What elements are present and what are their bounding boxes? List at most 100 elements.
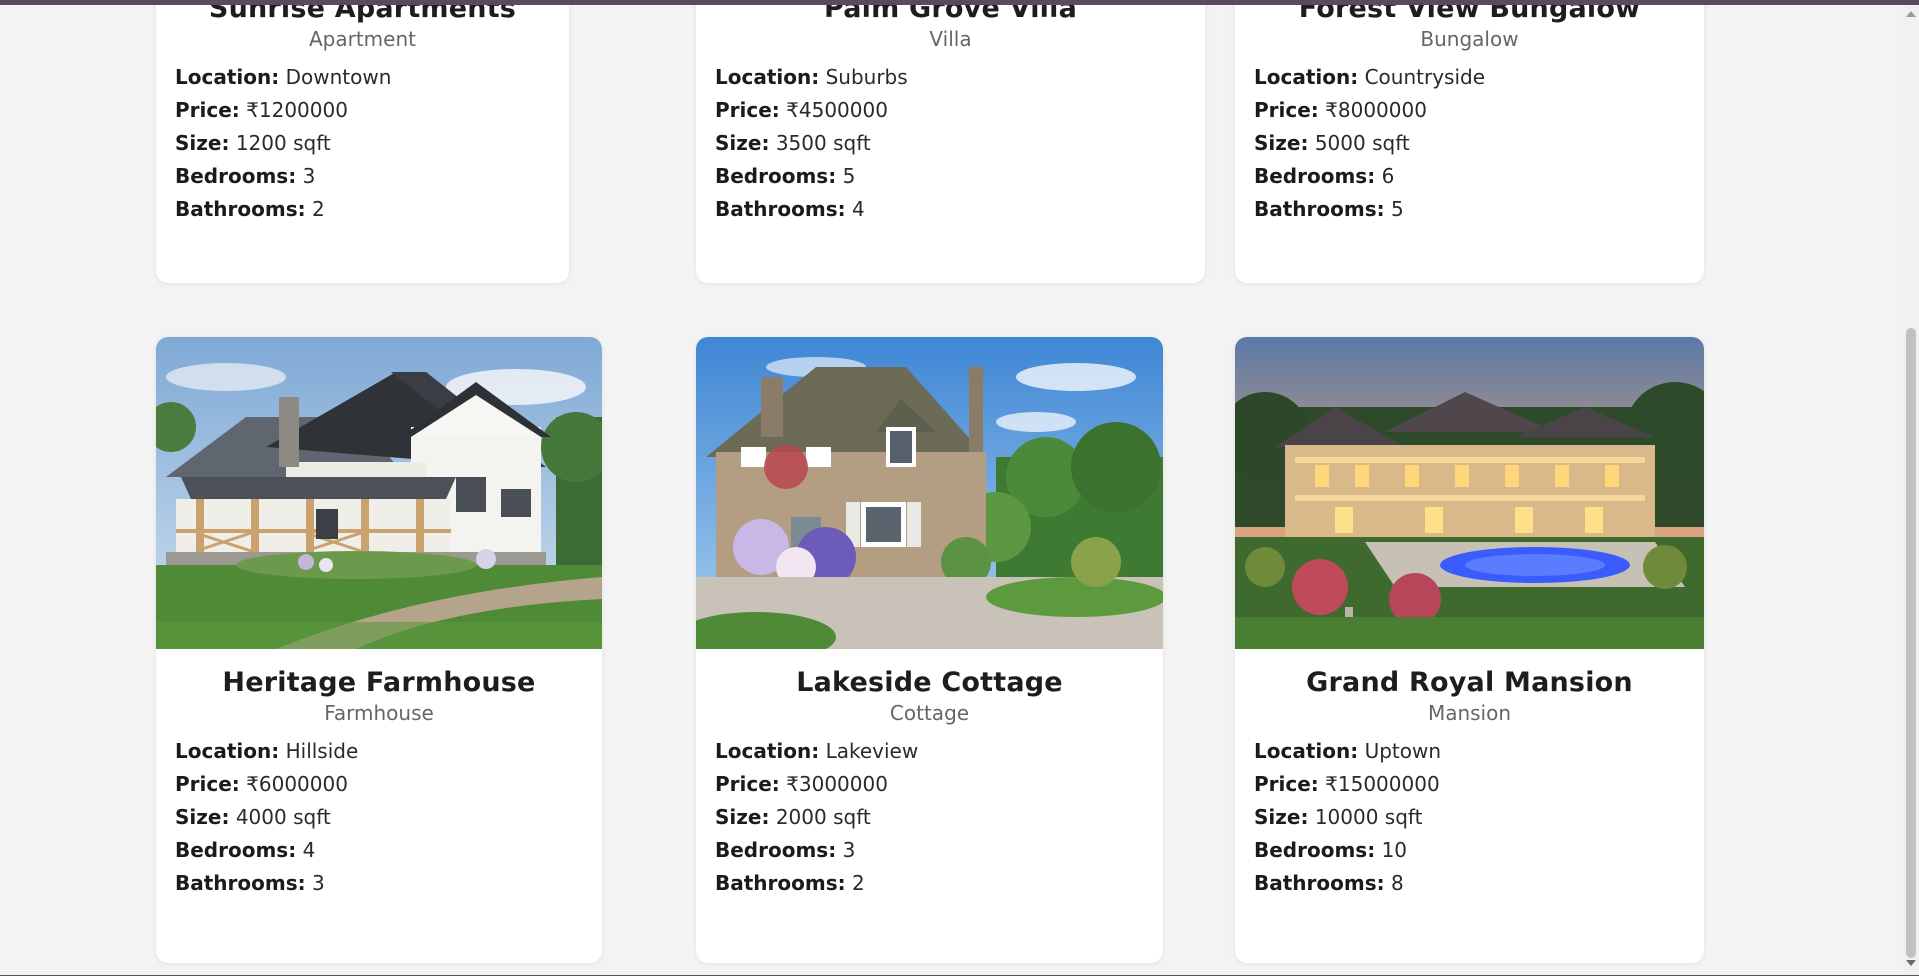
property-type: Bungalow — [1420, 27, 1519, 51]
scroll-up-arrow-icon[interactable] — [1906, 11, 1916, 17]
bathrooms-value: 2 — [851, 871, 865, 895]
location-value: Lakeview — [825, 739, 919, 763]
property-type: Apartment — [308, 27, 416, 51]
bathrooms-label: Bathrooms: — [715, 197, 846, 221]
location-label: Location: — [175, 65, 280, 89]
size-label: Size: — [1254, 805, 1309, 829]
property-name: Sunrise Apartments — [208, 5, 517, 24]
size-detail: Size: 10000 sqft — [1254, 805, 1422, 829]
property-card[interactable]: Forest View Bungalow Bungalow Location: … — [1235, 5, 1704, 283]
bedrooms-value: 3 — [842, 838, 856, 862]
bathrooms-label: Bathrooms: — [1254, 871, 1385, 895]
size-value: 10000 sqft — [1314, 805, 1423, 829]
property-name: Heritage Farmhouse — [222, 667, 536, 698]
price-value: ₹3000000 — [786, 772, 888, 796]
price-detail: Price: ₹3000000 — [715, 772, 888, 796]
bedrooms-detail: Bedrooms: 6 — [1254, 164, 1394, 188]
property-name: Grand Royal Mansion — [1306, 667, 1633, 698]
price-label: Price: — [1254, 98, 1319, 122]
bathrooms-value: 2 — [311, 197, 325, 221]
price-label: Price: — [715, 98, 780, 122]
scrollbar-thumb[interactable] — [1906, 328, 1916, 958]
cottage-photo — [696, 337, 1163, 649]
location-detail: Location: Hillside — [175, 739, 358, 763]
size-label: Size: — [715, 805, 770, 829]
property-list-viewport[interactable]: Sunrise Apartments Apartment Location: D… — [0, 5, 1903, 976]
bathrooms-label: Bathrooms: — [1254, 197, 1385, 221]
location-detail: Location: Countryside — [1254, 65, 1485, 89]
property-name: Forest View Bungalow — [1298, 5, 1641, 24]
bedrooms-label: Bedrooms: — [1254, 164, 1376, 188]
location-label: Location: — [175, 739, 280, 763]
location-value: Countryside — [1364, 65, 1486, 89]
property-card[interactable]: Grand Royal Mansion Mansion Location: Up… — [1235, 337, 1704, 963]
location-label: Location: — [1254, 65, 1359, 89]
bedrooms-detail: Bedrooms: 3 — [175, 164, 315, 188]
bathrooms-value: 8 — [1390, 871, 1404, 895]
bedrooms-detail: Bedrooms: 10 — [1254, 838, 1407, 862]
bedrooms-value: 3 — [302, 164, 316, 188]
size-label: Size: — [175, 805, 230, 829]
size-value: 4000 sqft — [235, 805, 331, 829]
price-label: Price: — [175, 772, 240, 796]
vertical-scrollbar[interactable] — [1903, 5, 1919, 976]
bedrooms-label: Bedrooms: — [175, 164, 297, 188]
property-name: Palm Grove Villa — [823, 5, 1078, 24]
location-value: Uptown — [1364, 739, 1442, 763]
farmhouse-photo — [156, 337, 602, 649]
bedrooms-value: 10 — [1381, 838, 1408, 862]
bedrooms-detail: Bedrooms: 3 — [715, 838, 855, 862]
scroll-down-arrow-icon[interactable] — [1906, 960, 1916, 966]
size-label: Size: — [715, 131, 770, 155]
property-card[interactable]: Lakeside Cottage Cottage Location: Lakev… — [696, 337, 1163, 963]
price-value: ₹6000000 — [246, 772, 348, 796]
size-detail: Size: 4000 sqft — [175, 805, 331, 829]
location-label: Location: — [715, 65, 820, 89]
bathrooms-detail: Bathrooms: 4 — [715, 197, 865, 221]
bedrooms-value: 5 — [842, 164, 856, 188]
size-value: 5000 sqft — [1314, 131, 1410, 155]
price-label: Price: — [715, 772, 780, 796]
bedrooms-label: Bedrooms: — [715, 164, 837, 188]
bathrooms-label: Bathrooms: — [715, 871, 846, 895]
location-value: Suburbs — [825, 65, 908, 89]
size-detail: Size: 5000 sqft — [1254, 131, 1410, 155]
property-type: Villa — [929, 27, 972, 51]
location-detail: Location: Suburbs — [715, 65, 908, 89]
location-detail: Location: Uptown — [1254, 739, 1441, 763]
location-label: Location: — [715, 739, 820, 763]
property-card[interactable]: Palm Grove Villa Villa Location: Suburbs… — [696, 5, 1205, 283]
size-label: Size: — [175, 131, 230, 155]
price-detail: Price: ₹8000000 — [1254, 98, 1427, 122]
price-value: ₹1200000 — [246, 98, 348, 122]
bedrooms-detail: Bedrooms: 5 — [715, 164, 855, 188]
bedrooms-value: 4 — [302, 838, 316, 862]
price-value: ₹4500000 — [786, 98, 888, 122]
bedrooms-label: Bedrooms: — [1254, 838, 1376, 862]
size-value: 1200 sqft — [235, 131, 331, 155]
mansion-photo — [1235, 337, 1704, 649]
property-card[interactable]: Sunrise Apartments Apartment Location: D… — [156, 5, 569, 283]
bedrooms-value: 6 — [1381, 164, 1395, 188]
size-detail: Size: 3500 sqft — [715, 131, 871, 155]
price-detail: Price: ₹4500000 — [715, 98, 888, 122]
size-label: Size: — [1254, 131, 1309, 155]
property-card[interactable]: Heritage Farmhouse Farmhouse Location: H… — [156, 337, 602, 963]
price-detail: Price: ₹1200000 — [175, 98, 348, 122]
size-detail: Size: 1200 sqft — [175, 131, 331, 155]
size-value: 2000 sqft — [775, 805, 871, 829]
bathrooms-detail: Bathrooms: 5 — [1254, 197, 1404, 221]
price-detail: Price: ₹15000000 — [1254, 772, 1440, 796]
bathrooms-detail: Bathrooms: 2 — [715, 871, 865, 895]
price-label: Price: — [1254, 772, 1319, 796]
bathrooms-value: 4 — [851, 197, 865, 221]
bathrooms-detail: Bathrooms: 8 — [1254, 871, 1404, 895]
bathrooms-detail: Bathrooms: 3 — [175, 871, 325, 895]
location-label: Location: — [1254, 739, 1359, 763]
location-detail: Location: Downtown — [175, 65, 391, 89]
price-detail: Price: ₹6000000 — [175, 772, 348, 796]
bathrooms-label: Bathrooms: — [175, 197, 306, 221]
property-type: Mansion — [1427, 701, 1512, 725]
bathrooms-detail: Bathrooms: 2 — [175, 197, 325, 221]
bathrooms-value: 3 — [311, 871, 325, 895]
